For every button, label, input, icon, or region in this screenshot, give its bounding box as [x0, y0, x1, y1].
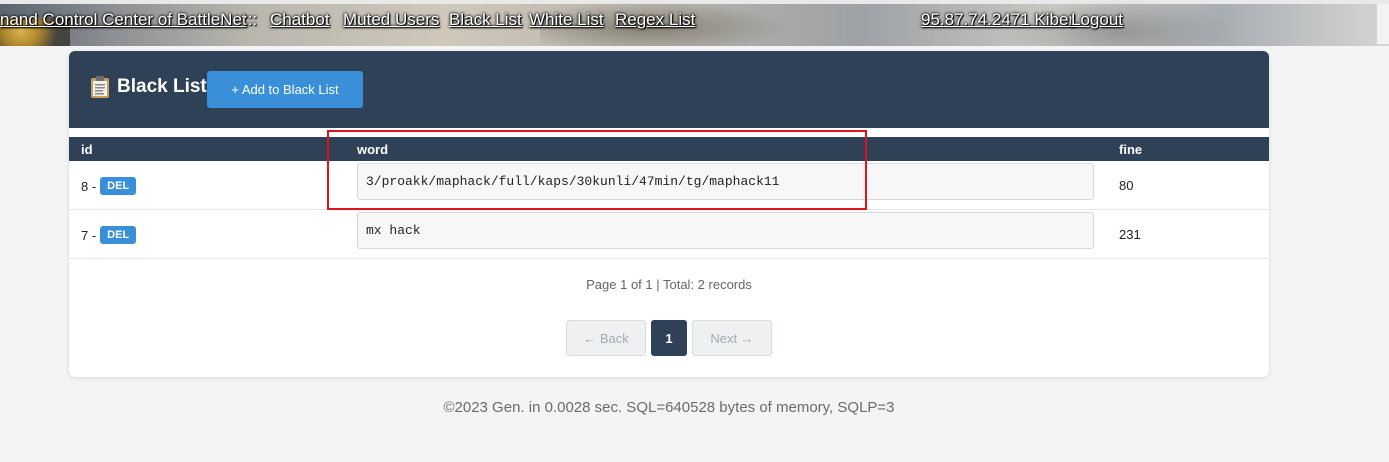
logout-link[interactable]: Logout [1071, 10, 1123, 30]
highlight-box [327, 130, 867, 210]
top-banner: nand Control Center of BattleNet ::: Cha… [0, 0, 1389, 46]
add-to-black-list-button[interactable]: + Add to Black List [207, 71, 363, 108]
nav-separator: ::: [243, 10, 258, 29]
row-id-cell: 8 - DEL [81, 177, 137, 195]
user-ip-link[interactable]: 95.87.74.2471 Kiber [921, 10, 1074, 30]
row-fine: 231 [1119, 227, 1141, 242]
clipboard-icon [91, 76, 109, 98]
black-list-card: Black List + Add to Black List id word f… [69, 51, 1269, 377]
row-id: 7 - [81, 227, 97, 243]
table-row: 7 - DEL 231 [69, 210, 1269, 259]
delete-button[interactable]: DEL [100, 177, 137, 195]
nav-link-regex-list[interactable]: Regex List [615, 10, 695, 30]
page-info: Page 1 of 1 | Total: 2 records [586, 277, 752, 292]
nav-link-muted-users[interactable]: Muted Users [343, 10, 439, 30]
nav-link-black-list[interactable]: Black List [449, 10, 522, 30]
page-title-text: Black List [117, 76, 207, 97]
site-title-link[interactable]: nand Control Center of BattleNet [0, 10, 247, 30]
page-1-button[interactable]: 1 [651, 320, 687, 356]
word-field[interactable] [357, 212, 1094, 249]
next-button[interactable]: Next → [692, 320, 772, 356]
page-title: Black List [89, 75, 207, 99]
nav-link-chatbot[interactable]: Chatbot [270, 10, 330, 30]
card-header: Black List + Add to Black List [69, 51, 1269, 128]
row-id-cell: 7 - DEL [81, 226, 137, 244]
delete-button[interactable]: DEL [100, 226, 137, 244]
column-header-fine: fine [1119, 142, 1143, 157]
footer-stats: ©2023 Gen. in 0.0028 sec. SQL=640528 byt… [443, 399, 895, 416]
back-button[interactable]: ← Back [566, 320, 646, 356]
row-id: 8 - [81, 178, 97, 194]
column-header-id: id [81, 142, 93, 157]
row-fine: 80 [1119, 178, 1134, 193]
banner-right-edge [1377, 4, 1389, 44]
nav-link-white-list[interactable]: White List [529, 10, 604, 30]
